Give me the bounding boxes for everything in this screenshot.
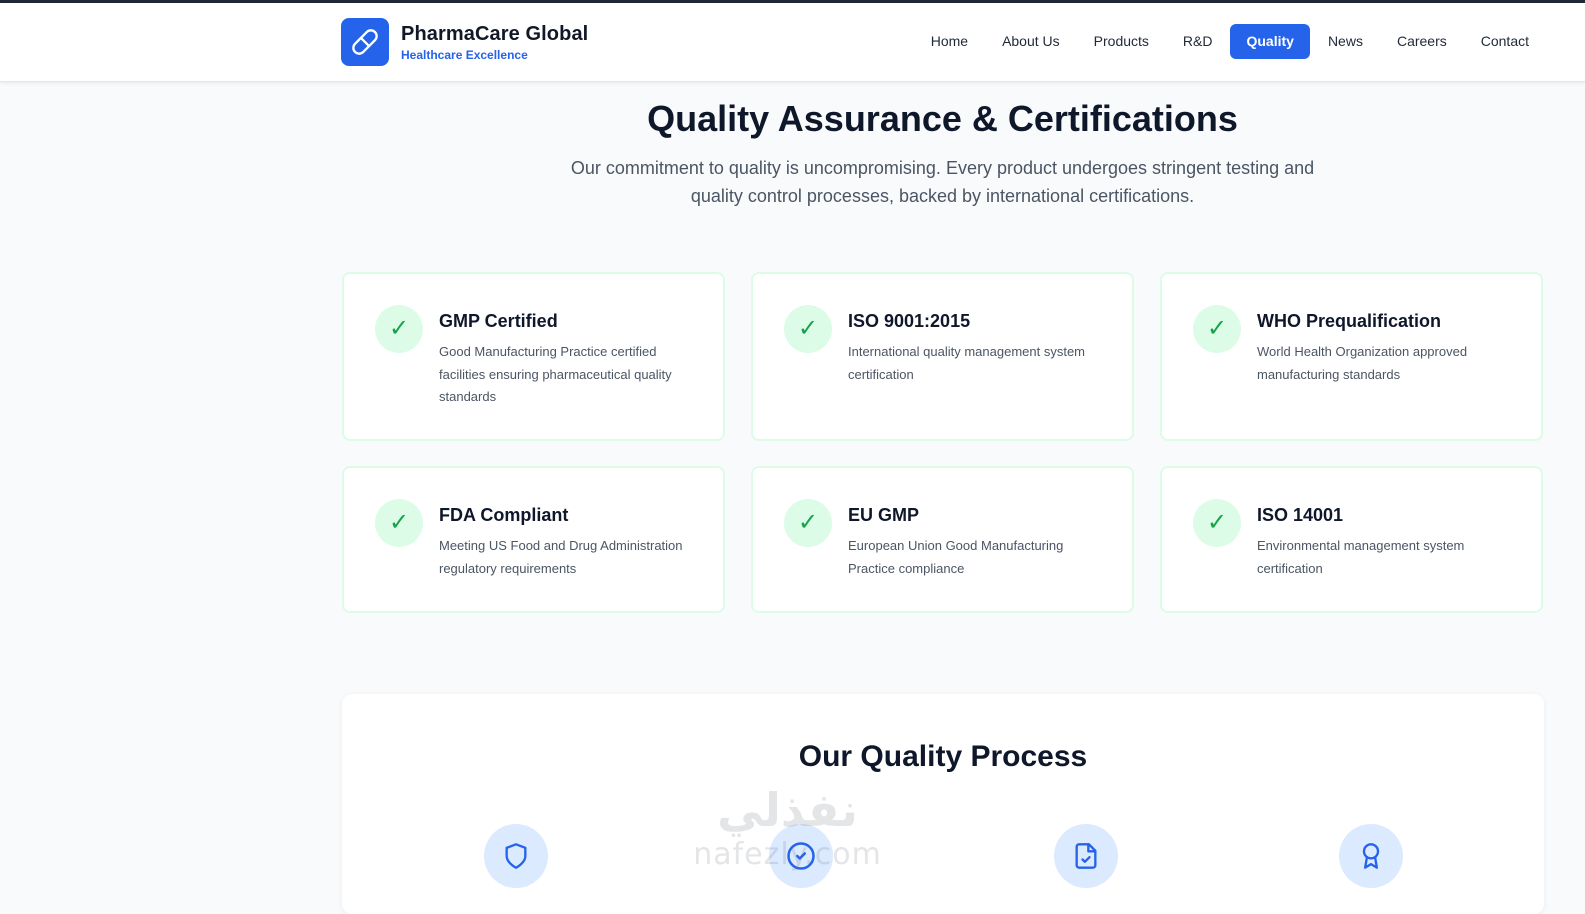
- cert-title: ISO 9001:2015: [848, 311, 971, 331]
- check-icon: ✓: [784, 499, 832, 547]
- check-icon: ✓: [375, 305, 423, 353]
- cert-description: World Health Organization approved manuf…: [1257, 344, 1468, 382]
- quality-process-section: Our Quality Process: [342, 694, 1544, 914]
- certifications-grid: ✓ GMP Certified Good Manufacturing Pract…: [342, 272, 1544, 613]
- cert-card-iso14001: ✓ ISO 14001 Environmental management sys…: [1160, 466, 1543, 613]
- cert-description: Meeting US Food and Drug Administration …: [439, 538, 683, 576]
- cert-card-eu-gmp: ✓ EU GMP European Union Good Manufacturi…: [751, 466, 1134, 613]
- nav-products[interactable]: Products: [1078, 24, 1165, 59]
- cert-description: European Union Good Manufacturing Practi…: [848, 538, 1064, 576]
- pill-icon: [341, 18, 389, 66]
- process-title: Our Quality Process: [798, 740, 1088, 773]
- nav-contact[interactable]: Contact: [1465, 24, 1545, 59]
- cert-card-gmp: ✓ GMP Certified Good Manufacturing Pract…: [342, 272, 725, 441]
- shield-icon: [484, 824, 548, 888]
- site-header: PharmaCare Global Healthcare Excellence …: [0, 3, 1585, 82]
- cert-card-iso9001: ✓ ISO 9001:2015 International quality ma…: [751, 272, 1134, 441]
- cert-card-who: ✓ WHO Prequalification World Health Orga…: [1160, 272, 1543, 441]
- nav-careers[interactable]: Careers: [1381, 24, 1463, 59]
- check-icon: ✓: [1193, 499, 1241, 547]
- check-icon: ✓: [375, 499, 423, 547]
- brand-name: PharmaCare Global: [401, 23, 589, 45]
- cert-card-fda: ✓ FDA Compliant Meeting US Food and Drug…: [342, 466, 725, 613]
- nav-quality[interactable]: Quality: [1230, 24, 1310, 59]
- cert-description: International quality management system …: [848, 344, 1086, 382]
- cert-description: Good Manufacturing Practice certified fa…: [439, 344, 672, 404]
- cert-title: WHO Prequalification: [1257, 311, 1442, 331]
- check-circle-icon: [769, 824, 833, 888]
- nav-rnd[interactable]: R&D: [1167, 24, 1229, 59]
- brand[interactable]: PharmaCare Global Healthcare Excellence: [341, 18, 588, 66]
- check-icon: ✓: [784, 305, 832, 353]
- brand-tagline: Healthcare Excellence: [401, 48, 528, 62]
- page-title: Quality Assurance & Certifications: [647, 98, 1238, 139]
- cert-title: ISO 14001: [1257, 505, 1344, 525]
- cert-description: Environmental management system certific…: [1257, 538, 1465, 576]
- check-icon: ✓: [1193, 305, 1241, 353]
- main-nav: Home About Us Products R&D Quality News …: [913, 24, 1545, 59]
- file-check-icon: [1054, 824, 1118, 888]
- cert-title: EU GMP: [848, 505, 920, 525]
- page-subtitle: Our commitment to quality is uncompromis…: [570, 158, 1315, 206]
- nav-news[interactable]: News: [1312, 24, 1379, 59]
- nav-home[interactable]: Home: [915, 24, 984, 59]
- nav-about-us[interactable]: About Us: [986, 24, 1076, 59]
- cert-title: FDA Compliant: [439, 505, 569, 525]
- award-icon: [1339, 824, 1403, 888]
- cert-title: GMP Certified: [439, 311, 558, 331]
